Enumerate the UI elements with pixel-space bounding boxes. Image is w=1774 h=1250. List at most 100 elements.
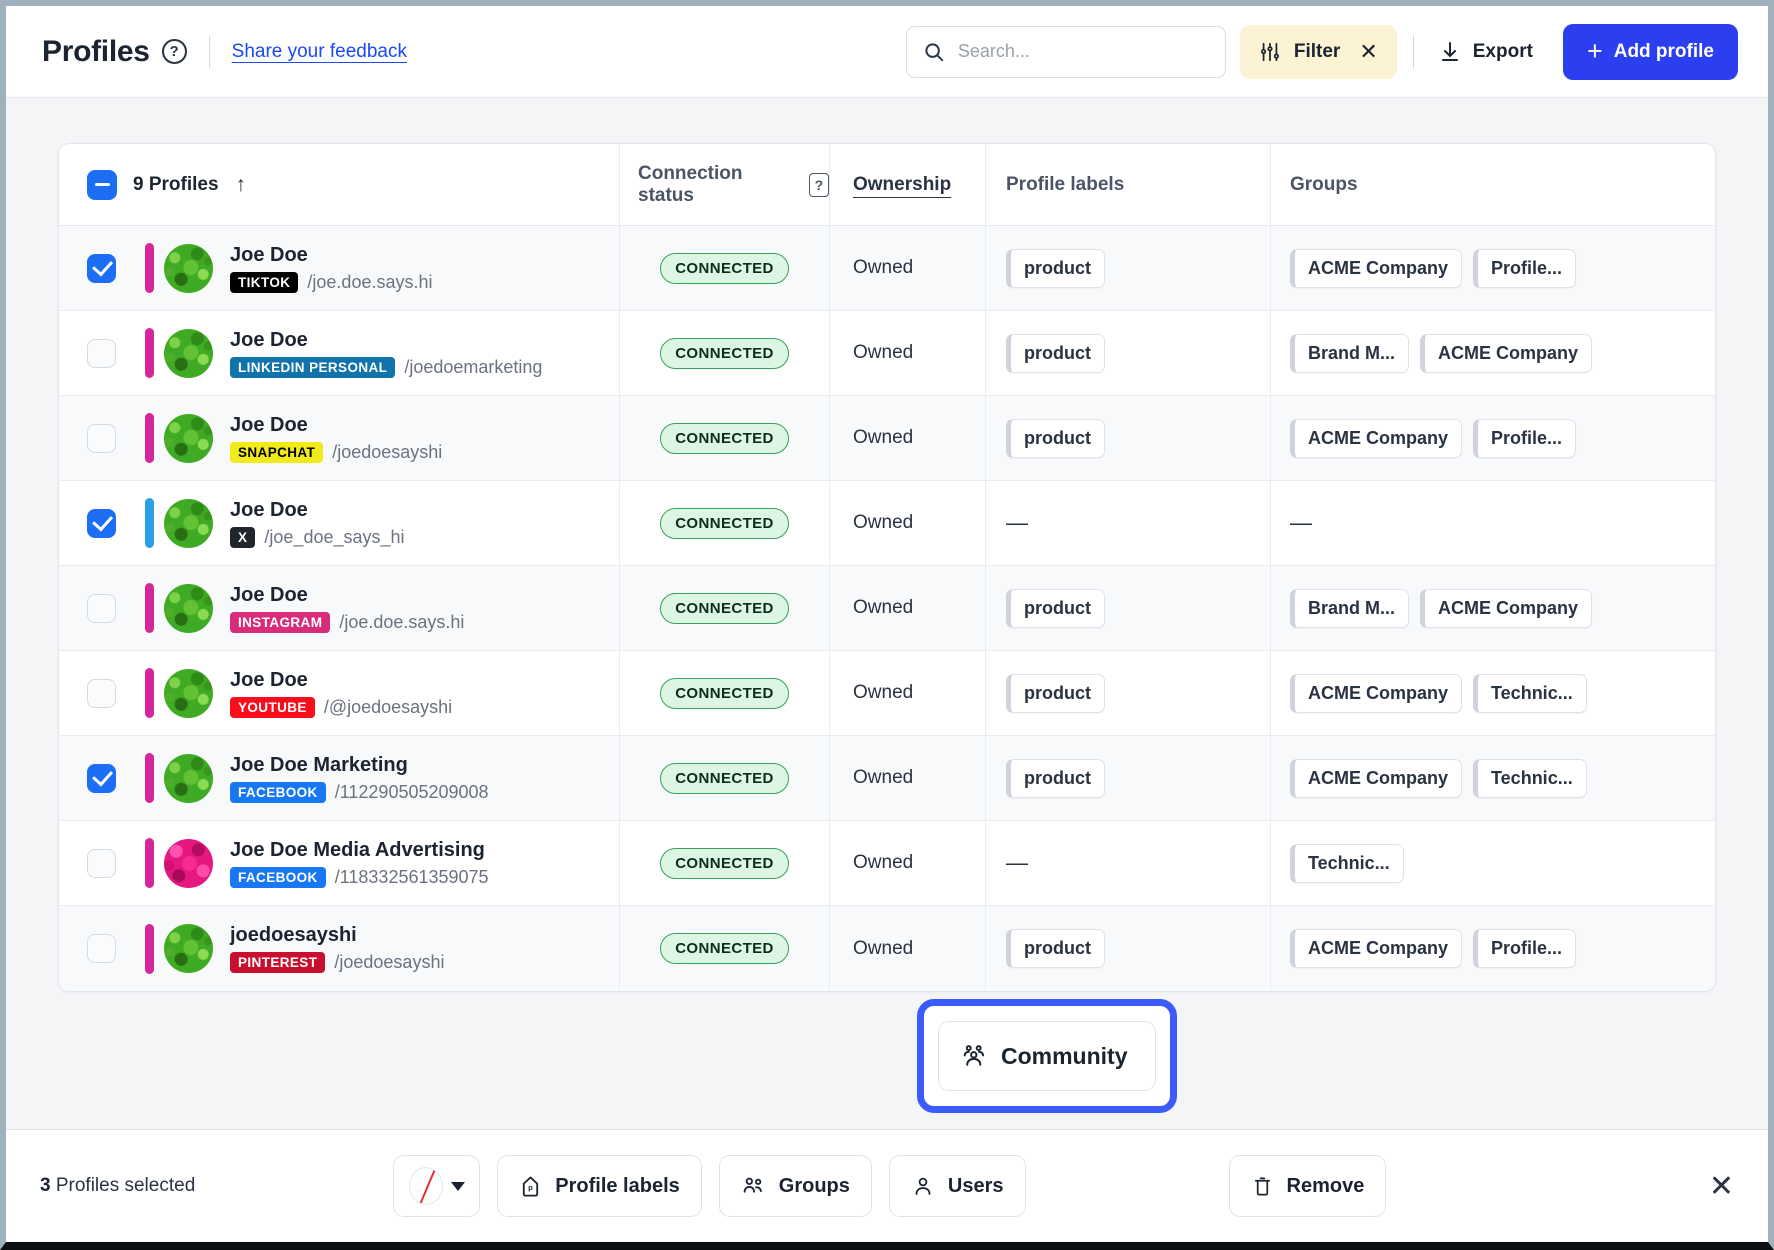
table-row[interactable]: Joe Doe TIKTOK /joe.doe.says.hi CONNECTE… [59, 226, 1715, 311]
group-chip[interactable]: Technic... [1290, 844, 1404, 883]
table-row[interactable]: Joe Doe Media Advertising FACEBOOK /1183… [59, 821, 1715, 906]
community-button[interactable]: Community [938, 1021, 1156, 1091]
profile-subline: YOUTUBE /@joedoesayshi [230, 697, 452, 718]
row-checkbox[interactable] [87, 594, 116, 623]
group-chip[interactable]: Profile... [1473, 419, 1576, 458]
row-cell-connection-status: CONNECTED [620, 651, 830, 735]
row-checkbox[interactable] [87, 934, 116, 963]
avatar [164, 754, 213, 803]
row-cell-connection-status: CONNECTED [620, 736, 830, 820]
header-cell-connection-status[interactable]: Connection status ? [620, 144, 830, 225]
row-cell-groups: Technic... [1271, 821, 1715, 905]
ownership-value: Owned [853, 682, 913, 704]
table-row[interactable]: Joe Doe X /joe_doe_says_hi CONNECTED Own… [59, 481, 1715, 566]
status-badge: CONNECTED [660, 848, 789, 879]
group-chip[interactable]: Brand M... [1290, 589, 1409, 628]
table-row[interactable]: Joe Doe Marketing FACEBOOK /112290505209… [59, 736, 1715, 821]
header-cell-groups[interactable]: Groups [1271, 144, 1715, 225]
selected-count-text: 3 Profiles selected [40, 1175, 195, 1197]
page-title: Profiles [42, 35, 150, 69]
profile-label-chip[interactable]: product [1006, 674, 1105, 713]
row-cell-profile-labels: — [986, 821, 1271, 905]
row-checkbox[interactable] [87, 679, 116, 708]
search-box[interactable] [906, 26, 1226, 78]
header-divider [209, 36, 210, 68]
remove-button[interactable]: Remove [1229, 1155, 1387, 1217]
group-chip[interactable]: ACME Company [1290, 249, 1462, 288]
chevron-down-icon[interactable] [451, 1182, 465, 1191]
profile-label-chip[interactable]: product [1006, 589, 1105, 628]
row-cell-profile-labels: product [986, 906, 1271, 991]
group-chip[interactable]: Profile... [1473, 929, 1576, 968]
ownership-value: Owned [853, 257, 913, 279]
group-chip[interactable]: Technic... [1473, 674, 1587, 713]
groups-button[interactable]: Groups [719, 1155, 872, 1217]
group-chip[interactable]: Brand M... [1290, 334, 1409, 373]
group-chip[interactable]: ACME Company [1290, 674, 1462, 713]
profile-label-chip[interactable]: product [1006, 334, 1105, 373]
header-cell-profile-labels[interactable]: Profile labels [986, 144, 1271, 225]
group-chip[interactable]: ACME Company [1420, 589, 1592, 628]
profile-label-chip[interactable]: product [1006, 249, 1105, 288]
status-badge: CONNECTED [660, 423, 789, 454]
profile-handle: /joedoesayshi [334, 952, 444, 973]
table-row[interactable]: Joe Doe YOUTUBE /@joedoesayshi CONNECTED… [59, 651, 1715, 736]
row-cell-profile-labels: product [986, 226, 1271, 310]
platform-badge: FACEBOOK [230, 867, 326, 888]
avatar [164, 584, 213, 633]
users-button[interactable]: Users [889, 1155, 1026, 1217]
share-feedback-link[interactable]: Share your feedback [232, 41, 407, 63]
select-all-checkbox[interactable] [87, 170, 117, 200]
export-button[interactable]: Export [1430, 40, 1541, 64]
row-checkbox[interactable] [87, 849, 116, 878]
row-cell-groups: Brand M... ACME Company [1271, 566, 1715, 650]
color-picker-button[interactable] [393, 1155, 480, 1217]
group-chip[interactable]: Technic... [1473, 759, 1587, 798]
question-circle-icon[interactable]: ? [162, 39, 187, 64]
close-bulk-bar-icon[interactable]: ✕ [1709, 1169, 1734, 1204]
profile-handle: /118332561359075 [335, 867, 489, 888]
row-checkbox[interactable] [87, 424, 116, 453]
row-cell-profile-labels: — [986, 481, 1271, 565]
groups-button-label: Groups [779, 1175, 850, 1198]
row-checkbox[interactable] [87, 764, 116, 793]
header-cell-ownership[interactable]: Ownership [830, 144, 986, 225]
row-checkbox[interactable] [87, 339, 116, 368]
help-question-icon[interactable]: ? [809, 173, 829, 197]
group-chip[interactable]: ACME Company [1290, 929, 1462, 968]
profile-handle: /joe_doe_says_hi [264, 527, 404, 548]
row-cell-connection-status: CONNECTED [620, 566, 830, 650]
profile-label-chip[interactable]: product [1006, 759, 1105, 798]
group-chip[interactable]: ACME Company [1290, 759, 1462, 798]
search-input[interactable] [958, 41, 1209, 62]
sort-arrow-icon[interactable]: ↑ [236, 173, 247, 197]
table-row[interactable]: joedoesayshi PINTEREST /joedoesayshi CON… [59, 906, 1715, 991]
row-checkbox[interactable] [87, 509, 116, 538]
profile-labels-button[interactable]: p Profile labels [497, 1155, 702, 1217]
row-cell-name: Joe Doe X /joe_doe_says_hi [59, 481, 620, 565]
row-accent-bar [145, 413, 154, 463]
community-people-icon [960, 1042, 988, 1070]
clear-filter-icon[interactable]: ✕ [1359, 39, 1377, 65]
group-chip[interactable]: ACME Company [1290, 419, 1462, 458]
ownership-value: Owned [853, 597, 913, 619]
platform-badge: X [230, 527, 255, 548]
group-chip[interactable]: Profile... [1473, 249, 1576, 288]
profile-label-chip[interactable]: product [1006, 929, 1105, 968]
empty-value: — [1290, 510, 1312, 536]
ownership-value: Owned [853, 852, 913, 874]
table-row[interactable]: Joe Doe SNAPCHAT /joedoesayshi CONNECTED… [59, 396, 1715, 481]
header-actions: Filter ✕ Export + Add profile [906, 24, 1738, 80]
table-row[interactable]: Joe Doe LINKEDIN PERSONAL /joedoemarketi… [59, 311, 1715, 396]
avatar [164, 499, 213, 548]
group-chip[interactable]: ACME Company [1420, 334, 1592, 373]
table-row[interactable]: Joe Doe INSTAGRAM /joe.doe.says.hi CONNE… [59, 566, 1715, 651]
row-accent-bar [145, 498, 154, 548]
profile-label-chip[interactable]: product [1006, 419, 1105, 458]
row-cell-name: Joe Doe SNAPCHAT /joedoesayshi [59, 396, 620, 480]
profile-info: Joe Doe TIKTOK /joe.doe.says.hi [230, 244, 432, 293]
row-checkbox[interactable] [87, 254, 116, 283]
add-profile-button[interactable]: + Add profile [1563, 24, 1738, 80]
filter-button[interactable]: Filter ✕ [1240, 25, 1397, 79]
selected-count-number: 3 [40, 1175, 51, 1196]
